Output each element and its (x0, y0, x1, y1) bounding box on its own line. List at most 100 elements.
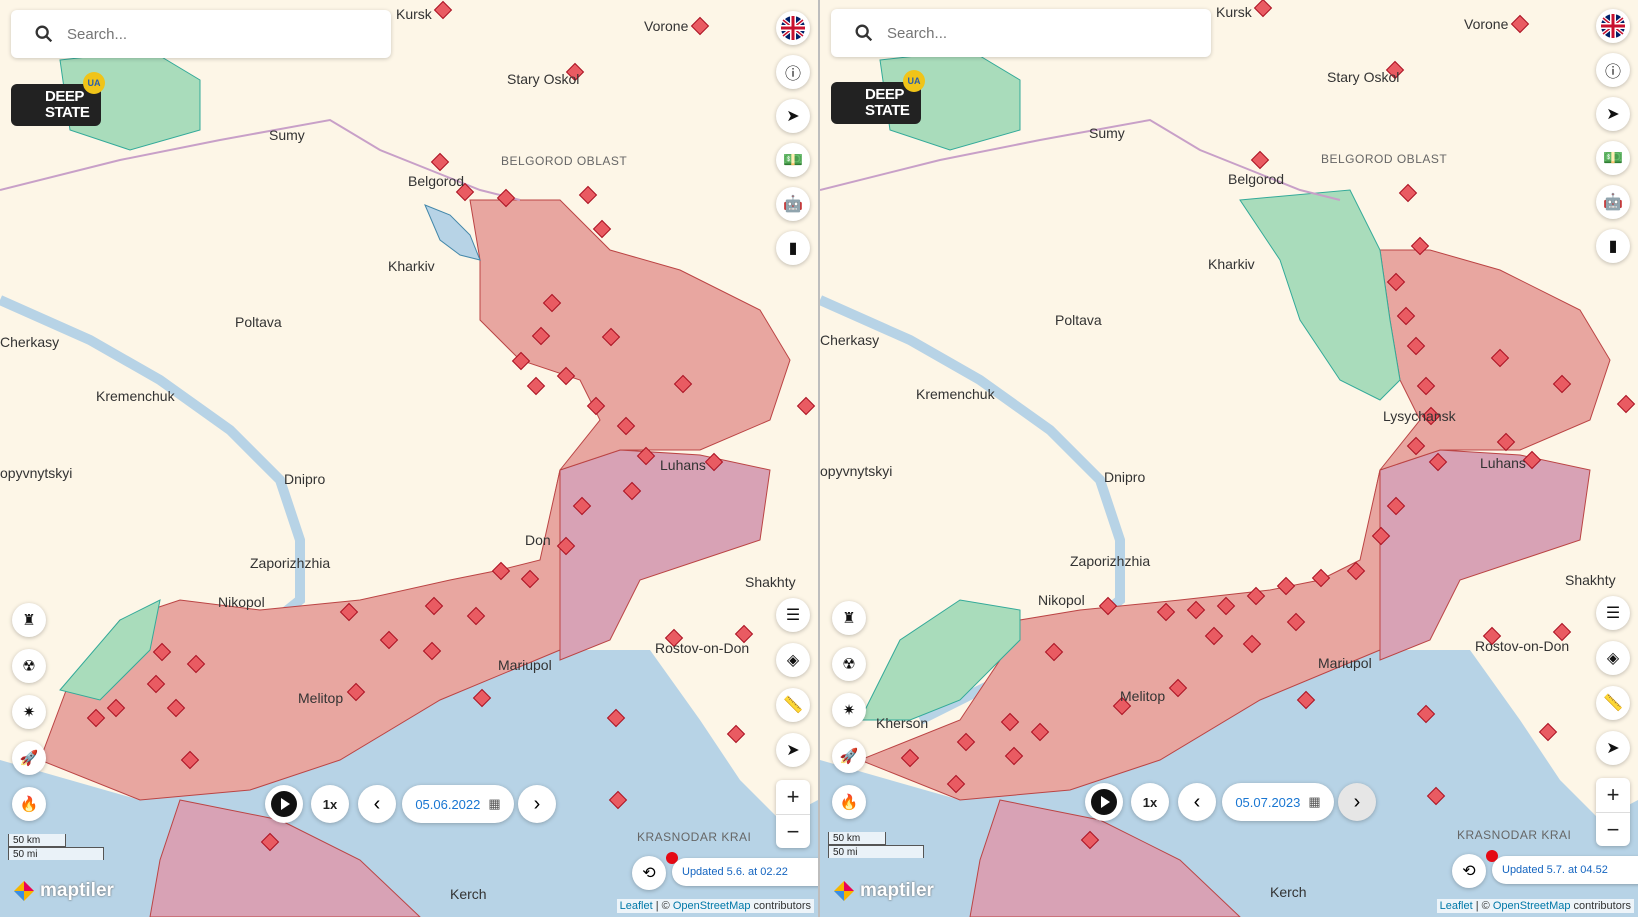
deepstate-logo[interactable]: DEEP STATE UA (831, 70, 925, 124)
nuclear-button[interactable]: ☢ (12, 649, 46, 683)
marker[interactable] (690, 16, 710, 36)
ruler-button[interactable]: 📏 (1596, 686, 1630, 720)
zoom-in-button[interactable]: + (1596, 778, 1630, 812)
fire-button[interactable]: 🔥 (832, 785, 866, 819)
map-panel-right[interactable]: Kursk Vorone Stary Oskol Sumy Belgorod B… (820, 0, 1638, 917)
language-button[interactable] (776, 11, 810, 45)
search-bar[interactable] (831, 9, 1211, 57)
city-label-luhansk: Luhans (1480, 455, 1526, 471)
marker[interactable] (578, 185, 598, 205)
marker[interactable] (1398, 183, 1418, 203)
ruler-button[interactable]: 📏 (776, 688, 810, 722)
marker[interactable] (796, 396, 816, 416)
telegram-button[interactable]: ➤ (1596, 97, 1630, 131)
info-button[interactable]: ⓘ (1596, 53, 1630, 87)
filters-button[interactable]: ☰ (1596, 596, 1630, 630)
leaflet-link[interactable]: Leaflet (1440, 900, 1473, 912)
marker[interactable] (1253, 0, 1273, 18)
date-picker[interactable]: 05.07.2023 ▦ (1222, 783, 1334, 821)
marker[interactable] (592, 219, 612, 239)
attribution: Leaflet | © OpenStreetMap contributors (616, 899, 814, 913)
marker[interactable] (1538, 722, 1558, 742)
maptiler-logo[interactable]: maptiler (12, 879, 114, 903)
filters-button[interactable]: ☰ (776, 598, 810, 632)
donate-button[interactable]: 💵 (1596, 141, 1630, 175)
donate-button[interactable]: 💵 (776, 143, 810, 177)
bot-button[interactable]: 🤖 (776, 187, 810, 221)
missile-button[interactable]: 🚀 (12, 741, 46, 775)
telegram-button[interactable]: ➤ (776, 99, 810, 133)
shelling-button[interactable]: ✷ (12, 695, 46, 729)
marker[interactable] (726, 724, 746, 744)
prev-date-button[interactable]: ‹ (1178, 783, 1216, 821)
play-button[interactable] (265, 785, 303, 823)
play-button[interactable] (1085, 783, 1123, 821)
marker[interactable] (1250, 150, 1270, 170)
marker[interactable] (430, 152, 450, 172)
info-button[interactable]: ⓘ (776, 55, 810, 89)
map-canvas[interactable]: Kursk Vorone Stary Oskol Sumy Belgorod B… (820, 0, 1638, 917)
calendar-icon: ▦ (488, 796, 501, 811)
language-button[interactable] (1596, 9, 1630, 43)
next-date-button[interactable]: › (518, 785, 556, 823)
deepstate-logo[interactable]: DEEP STATE UA (11, 72, 105, 126)
shelling-button[interactable]: ✷ (832, 693, 866, 727)
history-icon: ⟲ (642, 865, 656, 882)
map-canvas[interactable]: Kursk Vorone Stary Oskol Sumy Belgorod B… (0, 0, 818, 917)
city-label-poltava: Poltava (1055, 312, 1102, 328)
osm-link[interactable]: OpenStreetMap (673, 900, 751, 912)
layers-button[interactable]: ◈ (1596, 641, 1630, 675)
date-picker[interactable]: 05.06.2022 ▦ (402, 785, 514, 823)
bot-button[interactable]: 🤖 (1596, 185, 1630, 219)
sliders-icon: ☰ (785, 607, 801, 624)
search-icon (855, 24, 873, 42)
soldier-icon: ♜ (842, 610, 856, 627)
locate-button[interactable]: ➤ (776, 733, 810, 767)
search-input[interactable] (65, 24, 349, 44)
marker[interactable] (1616, 394, 1636, 414)
next-date-button[interactable]: › (1338, 783, 1376, 821)
city-label-stary-oskol: Stary Oskol (1327, 69, 1399, 85)
prev-date-button[interactable]: ‹ (358, 785, 396, 823)
marker[interactable] (1510, 14, 1530, 34)
osm-link[interactable]: OpenStreetMap (1493, 900, 1571, 912)
layers-icon: ◈ (786, 652, 800, 669)
stats-button[interactable]: ▮ (1596, 229, 1630, 263)
zoom-control[interactable]: + − (1596, 778, 1630, 846)
tank-filter-button[interactable]: ♜ (12, 603, 46, 637)
city-label-kropyvnytskyi: opyvnytskyi (0, 465, 72, 481)
zoom-control[interactable]: + − (776, 780, 810, 848)
money-icon: 💵 (1603, 150, 1623, 167)
history-button[interactable]: ⟲ (1452, 854, 1486, 888)
missile-button[interactable]: 🚀 (832, 739, 866, 773)
marker[interactable] (526, 376, 546, 396)
city-label-kursk: Kursk (396, 6, 433, 22)
logo-line1: DEEP (45, 88, 84, 105)
city-label-kherson: Kherson (876, 715, 928, 731)
nuclear-button[interactable]: ☢ (832, 647, 866, 681)
chart-icon: ▮ (788, 240, 798, 257)
sliders-icon: ☰ (1605, 605, 1621, 622)
maptiler-text: maptiler (40, 880, 114, 901)
history-button[interactable]: ⟲ (632, 856, 666, 890)
zoom-out-button[interactable]: − (1596, 812, 1630, 847)
stats-button[interactable]: ▮ (776, 231, 810, 265)
tank-filter-button[interactable]: ♜ (832, 601, 866, 635)
current-date: 05.06.2022 (415, 796, 481, 812)
search-bar[interactable] (11, 10, 391, 58)
speed-button[interactable]: 1x (1131, 783, 1169, 821)
current-date: 05.07.2023 (1235, 794, 1301, 810)
zoom-in-button[interactable]: + (776, 780, 810, 814)
speed-button[interactable]: 1x (311, 785, 349, 823)
leaflet-link[interactable]: Leaflet (620, 900, 653, 912)
city-label-kharkiv: Kharkiv (1208, 256, 1255, 272)
maptiler-logo[interactable]: maptiler (832, 879, 934, 903)
chevron-right-icon: › (533, 792, 541, 815)
fire-button[interactable]: 🔥 (12, 787, 46, 821)
locate-button[interactable]: ➤ (1596, 731, 1630, 765)
search-input[interactable] (885, 23, 1169, 43)
marker[interactable] (433, 0, 453, 20)
layers-button[interactable]: ◈ (776, 643, 810, 677)
map-panel-left[interactable]: Kursk Vorone Stary Oskol Sumy Belgorod B… (0, 0, 818, 917)
zoom-out-button[interactable]: − (776, 814, 810, 849)
